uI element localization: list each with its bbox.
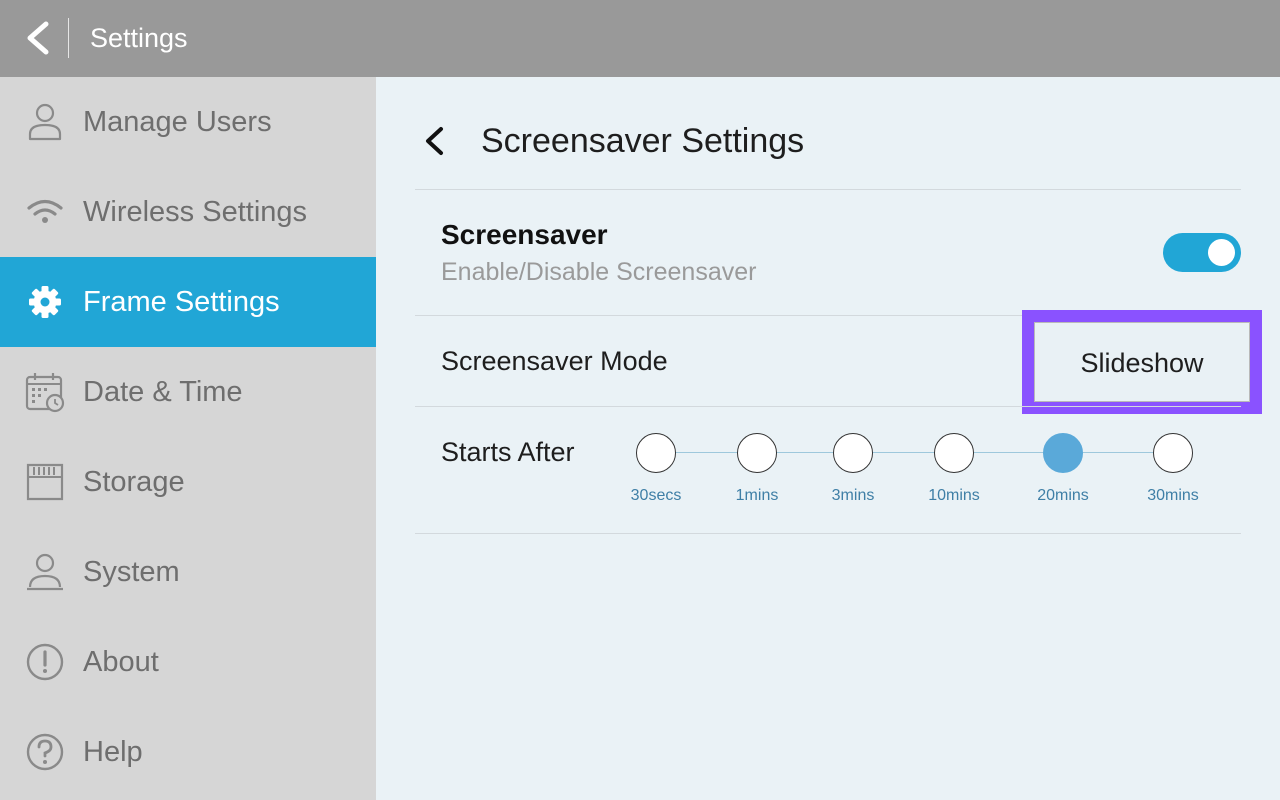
screensaver-toggle[interactable] bbox=[1163, 233, 1241, 272]
calendar-clock-icon bbox=[25, 373, 65, 413]
sidebar-item-system[interactable]: System bbox=[0, 527, 376, 617]
divider bbox=[415, 189, 1241, 190]
sd-card-icon bbox=[26, 463, 64, 501]
wifi-icon bbox=[27, 199, 63, 223]
chevron-left-icon bbox=[27, 21, 49, 55]
screensaver-subtitle: Enable/Disable Screensaver bbox=[441, 258, 757, 286]
screensaver-mode-label: Screensaver Mode bbox=[441, 346, 668, 376]
starts-after-option-label: 10mins bbox=[928, 487, 980, 504]
starts-after-option-3mins[interactable] bbox=[833, 433, 873, 473]
toggle-knob bbox=[1208, 239, 1235, 266]
sidebar-item-label: About bbox=[83, 646, 159, 678]
sidebar-item-frame-settings[interactable]: Frame Settings bbox=[0, 257, 376, 347]
sidebar-item-label: Date & Time bbox=[83, 376, 243, 408]
starts-after-option-1mins[interactable] bbox=[737, 433, 777, 473]
starts-after-option-label: 1mins bbox=[735, 487, 779, 504]
system-user-icon bbox=[27, 553, 63, 591]
starts-after-option-label: 20mins bbox=[1037, 487, 1089, 504]
user-icon bbox=[28, 103, 62, 141]
starts-after-track bbox=[656, 452, 1172, 453]
sidebar-item-storage[interactable]: Storage bbox=[0, 437, 376, 527]
gear-icon bbox=[29, 286, 61, 318]
topbar-title: Settings bbox=[90, 23, 188, 53]
starts-after-option-20mins[interactable] bbox=[1043, 433, 1083, 473]
sidebar-item-wireless-settings[interactable]: Wireless Settings bbox=[0, 167, 376, 257]
sidebar-item-label: Frame Settings bbox=[83, 286, 280, 318]
sidebar-item-label: System bbox=[83, 556, 180, 588]
sidebar-item-help[interactable]: Help bbox=[0, 707, 376, 797]
sidebar-item-label: Help bbox=[83, 736, 143, 768]
help-icon bbox=[26, 733, 64, 771]
starts-after-option-label: 30secs bbox=[630, 487, 682, 504]
screensaver-title: Screensaver bbox=[441, 219, 608, 250]
starts-after-option-10mins[interactable] bbox=[934, 433, 974, 473]
sidebar-item-label: Manage Users bbox=[83, 106, 272, 138]
screensaver-mode-selector[interactable]: Slideshow bbox=[1022, 310, 1262, 414]
starts-after-option-30mins[interactable] bbox=[1153, 433, 1193, 473]
sidebar-item-label: Storage bbox=[83, 466, 185, 498]
starts-after-option-label: 3mins bbox=[831, 487, 875, 504]
sidebar-item-manage-users[interactable]: Manage Users bbox=[0, 77, 376, 167]
divider bbox=[415, 406, 1241, 407]
back-button[interactable] bbox=[18, 16, 62, 60]
topbar-divider bbox=[68, 18, 69, 58]
panel-back-button[interactable] bbox=[416, 121, 456, 161]
settings-panel: Screensaver Settings Screensaver Enable/… bbox=[376, 77, 1280, 800]
starts-after-label: Starts After bbox=[441, 437, 575, 467]
divider bbox=[415, 533, 1241, 534]
sidebar-item-date-time[interactable]: Date & Time bbox=[0, 347, 376, 437]
page-title: Screensaver Settings bbox=[481, 122, 805, 160]
info-icon bbox=[26, 643, 64, 681]
chevron-left-icon bbox=[426, 127, 443, 155]
sidebar: Manage Users Wireless Settings Frame Set… bbox=[0, 77, 376, 800]
sidebar-item-label: Wireless Settings bbox=[83, 196, 308, 228]
top-bar: Settings bbox=[0, 0, 1280, 77]
starts-after-option-30secs[interactable] bbox=[636, 433, 676, 473]
screensaver-mode-value: Slideshow bbox=[1080, 348, 1204, 378]
sidebar-item-about[interactable]: About bbox=[0, 617, 376, 707]
starts-after-option-label: 30mins bbox=[1147, 487, 1199, 504]
